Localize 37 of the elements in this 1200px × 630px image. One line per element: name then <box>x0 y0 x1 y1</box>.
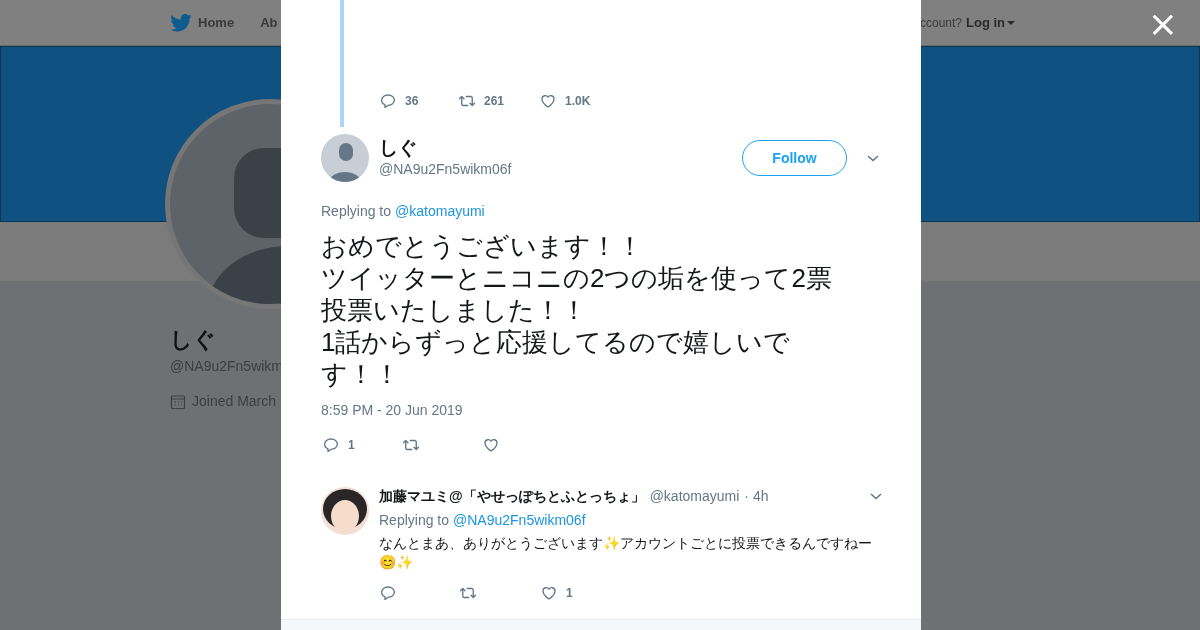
about-link[interactable]: Ab <box>260 12 278 33</box>
replying-to-label: Replying to <box>321 202 392 221</box>
profile-name: しぐ <box>170 326 216 354</box>
user-name[interactable]: しぐ <box>379 137 512 159</box>
tweet-timestamp: 8:59 PM - 20 Jun 2019 <box>321 401 464 420</box>
speech-bubble-icon <box>379 92 397 110</box>
home-link[interactable]: Home <box>198 12 235 33</box>
heart-icon <box>539 92 557 110</box>
user-handle[interactable]: @NA9u2Fn5wikm06f <box>379 159 512 179</box>
heart-icon <box>482 436 500 454</box>
reply-action[interactable]: 36 <box>379 92 458 110</box>
user-avatar[interactable] <box>321 134 369 182</box>
login-button[interactable]: Log in <box>966 12 1015 33</box>
tweet-text-line: おめでとうございます！！ <box>321 230 643 262</box>
heart-icon <box>540 584 558 602</box>
like-action[interactable]: 1.0K <box>539 92 619 110</box>
calendar-icon <box>170 393 186 410</box>
person-silhouette-icon <box>321 487 369 535</box>
mention-link[interactable]: @NA9u2Fn5wikm06f <box>453 511 586 529</box>
reply-action[interactable]: 1 <box>322 436 402 454</box>
retweet-action[interactable]: 261 <box>458 92 539 110</box>
tweet-text-line: 1話からずっと応援してるので嬉しいです！！ <box>321 326 792 390</box>
mention-link[interactable]: @katomayumi <box>395 201 485 222</box>
reply-user-handle[interactable]: @katomayumi <box>649 487 740 505</box>
tweet-text-line: ツイッターとニコニの2つの垢を使って2票 <box>321 262 832 294</box>
speech-bubble-icon <box>379 584 397 602</box>
caret-icon <box>1007 19 1015 26</box>
tweet-text-line: 投票いたしました！！ <box>321 294 587 326</box>
reply-time[interactable]: · 4h <box>744 487 769 505</box>
reply-avatar[interactable] <box>321 487 369 535</box>
replying-to-label: Replying to <box>379 511 450 529</box>
account-prompt: ccount? <box>919 14 962 32</box>
reply-user-name[interactable]: 加藤マユミ@「やせっぽちとふとっちょ」 <box>379 487 645 505</box>
like-action[interactable]: 1 <box>540 584 620 602</box>
close-button[interactable]: × <box>1147 6 1178 42</box>
reply-text: なんとまあ、ありがとうございます✨アカウントごとに投票できるんですねー😊✨ <box>379 534 873 572</box>
speech-bubble-icon <box>322 436 340 454</box>
